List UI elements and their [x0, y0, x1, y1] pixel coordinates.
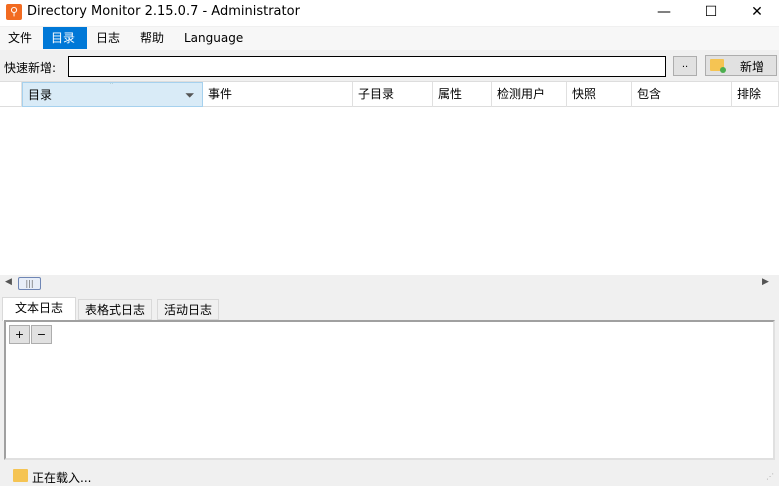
plus-badge-icon	[720, 67, 726, 73]
add-button[interactable]: 新增	[705, 55, 777, 76]
scroll-right-icon[interactable]: ▶	[762, 277, 769, 287]
close-button[interactable]: ✕	[734, 0, 779, 26]
horizontal-scrollbar[interactable]: ◀ ||| ▶	[0, 275, 779, 292]
scroll-left-icon[interactable]: ◀	[5, 277, 12, 287]
tab-activity-log[interactable]: 活动日志	[157, 299, 220, 320]
column-header-detect-user[interactable]: 检测用户	[492, 82, 567, 107]
filter-icon[interactable]: ⏷	[185, 83, 195, 106]
browse-button[interactable]: ..	[673, 56, 697, 76]
menu-file[interactable]: 文件	[0, 27, 40, 49]
maximize-button[interactable]: ☐	[688, 0, 734, 26]
column-header-directory[interactable]: 目录 ˄ ⏷	[22, 82, 203, 107]
collapse-button[interactable]: −	[31, 325, 52, 344]
menu-language[interactable]: Language	[176, 27, 251, 49]
quick-add-label: 快速新增:	[4, 61, 57, 75]
minimize-button[interactable]: —	[641, 0, 687, 26]
window-title: Directory Monitor 2.15.0.7 - Administrat…	[27, 4, 300, 19]
app-search-icon: ⚲	[6, 4, 22, 20]
directory-grid[interactable]: 目录 ˄ ⏷ 事件 子目录 属性 检测用户 快照 包含 排除	[0, 81, 779, 275]
grid-header: 目录 ˄ ⏷ 事件 子目录 属性 检测用户 快照 包含 排除	[0, 82, 779, 107]
menu-help[interactable]: 帮助	[132, 27, 172, 49]
column-header-include[interactable]: 包含	[632, 82, 732, 107]
title-bar: ⚲ Directory Monitor 2.15.0.7 - Administr…	[0, 0, 779, 26]
column-header-snapshot[interactable]: 快照	[567, 82, 632, 107]
add-button-label: 新增	[740, 60, 765, 74]
menu-bar: 文件 目录 日志 帮助 Language	[0, 27, 779, 50]
tab-table-log[interactable]: 表格式日志	[78, 299, 153, 320]
status-text: 正在载入...	[32, 471, 92, 485]
tab-text-log[interactable]: 文本日志	[2, 297, 77, 321]
menu-log[interactable]: 日志	[88, 27, 128, 49]
column-header-attributes[interactable]: 属性	[433, 82, 492, 107]
expand-button[interactable]: +	[9, 325, 30, 344]
column-header-event[interactable]: 事件	[203, 82, 353, 107]
log-panel[interactable]: + −	[4, 320, 775, 460]
column-header-subdirectory[interactable]: 子目录	[353, 82, 433, 107]
quick-add-input[interactable]	[68, 56, 666, 77]
resize-grip-icon[interactable]: ⋰	[766, 472, 774, 481]
column-header-exclude[interactable]: 排除	[732, 82, 779, 107]
scroll-thumb[interactable]: |||	[18, 277, 41, 290]
row-header-corner	[0, 82, 22, 107]
menu-directory[interactable]: 目录	[43, 27, 87, 49]
sort-ascending-icon: ˄	[109, 82, 114, 92]
column-label: 目录	[28, 88, 53, 102]
folder-icon	[13, 469, 28, 482]
